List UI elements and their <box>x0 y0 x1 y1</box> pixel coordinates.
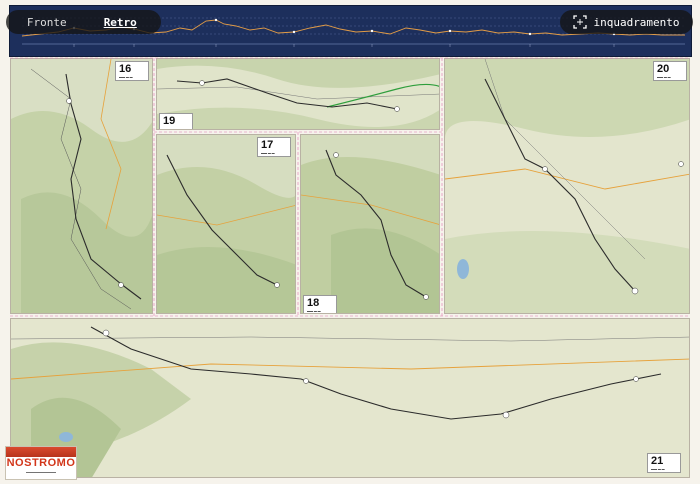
town-marker <box>633 376 639 382</box>
stage-number: 17 <box>261 139 274 151</box>
framing-label: inquadramento <box>593 15 680 29</box>
stage-number: 20 <box>657 63 670 75</box>
stage-scale-strip: ▬▬ ▬ ▬ <box>261 151 275 155</box>
town-marker <box>66 98 72 104</box>
logo-name: NOSTROMO <box>6 457 76 469</box>
town-marker <box>199 80 205 86</box>
stage-tag-16: 16 ▬▬ ▬ ▬ <box>115 61 149 81</box>
stage-tag-17: 17 ▬▬ ▬ ▬ <box>257 137 291 157</box>
stage-scale-strip: ▬▬ ▬ ▬ <box>163 127 177 130</box>
town-marker <box>274 282 280 288</box>
map-panel-stage-20: 20 ▬▬ ▬ ▬ <box>444 58 690 314</box>
town-marker <box>502 411 510 419</box>
town-marker <box>542 166 548 172</box>
front-tab[interactable]: Fronte <box>10 16 84 29</box>
map-panel-stage-19: 19 ▬▬ ▬ ▬ <box>156 58 440 130</box>
logo-tagline-strip: ▬▬▬▬▬▬▬▬▬▬ <box>26 470 56 474</box>
stage-number: 16 <box>119 63 132 75</box>
frame-corners-icon <box>573 15 588 29</box>
stage-tag-18: 18 ▬▬ ▬ ▬ <box>303 295 337 313</box>
town-marker <box>394 106 400 112</box>
stage-scale-strip: ▬▬ ▬ ▬ <box>119 75 133 79</box>
map-terrain-20 <box>445 59 689 313</box>
map-terrain-19 <box>157 59 439 129</box>
front-back-toggle[interactable]: Fronte Retro <box>6 10 161 34</box>
map-terrain-17 <box>157 135 295 313</box>
map-panel-stage-17: 17 ▬▬ ▬ ▬ <box>156 134 296 314</box>
terrain-relief <box>445 231 689 313</box>
stage-scale-strip: ▬▬ ▬ ▬ <box>307 309 321 313</box>
profile-waypoint <box>292 30 296 34</box>
stage-tag-20: 20 ▬▬ ▬ ▬ <box>653 61 687 81</box>
stage-tag-19: 19 ▬▬ ▬ ▬ <box>159 113 193 130</box>
stage-number: 18 <box>307 297 320 309</box>
map-terrain-18 <box>301 135 439 313</box>
stage-scale-strip: ▬▬ ▬ ▬ <box>657 75 671 79</box>
stage-number: 21 <box>651 455 664 467</box>
profile-waypoint <box>370 29 374 33</box>
profile-waypoint <box>528 32 532 36</box>
profile-ticks <box>73 44 615 47</box>
profile-waypoint <box>214 18 218 22</box>
map-terrain-21 <box>11 319 689 477</box>
map-sheet: Fronte Retro inquadramento 16 ▬▬ ▬ ▬ 19 … <box>0 0 700 484</box>
map-panel-stage-18: 18 ▬▬ ▬ ▬ <box>300 134 440 314</box>
lake <box>457 259 469 279</box>
map-terrain-16 <box>11 59 152 313</box>
town-marker <box>678 161 684 167</box>
lake <box>59 432 73 442</box>
town-marker <box>631 287 639 295</box>
town-marker <box>303 378 309 384</box>
map-panel-stage-16: 16 ▬▬ ▬ ▬ <box>10 58 153 314</box>
town-marker <box>423 294 429 300</box>
stage-tag-21: 21 ▬▬ ▬ ▬ <box>647 453 681 473</box>
map-panel-stage-21: 21 ▬▬ ▬ ▬ <box>10 318 690 478</box>
stage-scale-strip: ▬▬ ▬ ▬ <box>651 467 665 471</box>
town-marker <box>102 329 110 337</box>
stage-number: 19 <box>163 115 176 127</box>
town-marker <box>333 152 339 158</box>
framing-button[interactable]: inquadramento <box>560 10 693 34</box>
publisher-logo: NOSTROMO ▬▬▬▬▬▬▬▬▬▬ <box>5 446 77 480</box>
back-tab[interactable]: Retro <box>84 16 158 29</box>
profile-waypoint <box>448 29 452 33</box>
town-marker <box>118 282 124 288</box>
logo-mountain-graphic <box>6 447 76 457</box>
